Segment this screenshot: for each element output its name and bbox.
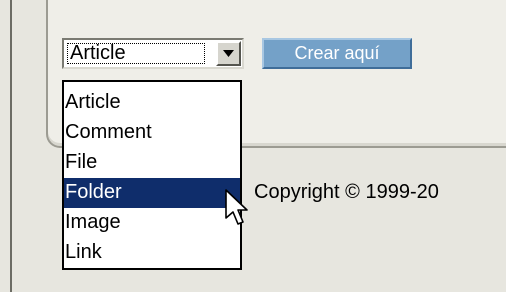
option-link[interactable]: Link xyxy=(64,238,240,268)
option-file[interactable]: File xyxy=(64,148,240,178)
chevron-down-icon xyxy=(223,50,234,57)
copyright-text: Copyright © 1999-20 xyxy=(254,181,439,203)
mouse-pointer-icon xyxy=(225,189,248,225)
type-select[interactable]: Article xyxy=(62,38,244,69)
option-article[interactable]: Article xyxy=(64,88,240,118)
create-here-button[interactable]: Crear aquí xyxy=(262,38,412,69)
type-select-value: Article xyxy=(67,43,205,64)
option-image[interactable]: Image xyxy=(64,208,240,238)
option-folder[interactable]: Folder xyxy=(64,178,240,208)
type-dropdown-list: Article Comment File Folder Image Link xyxy=(62,80,242,270)
select-arrow-button[interactable] xyxy=(216,41,241,66)
option-comment[interactable]: Comment xyxy=(64,118,240,148)
